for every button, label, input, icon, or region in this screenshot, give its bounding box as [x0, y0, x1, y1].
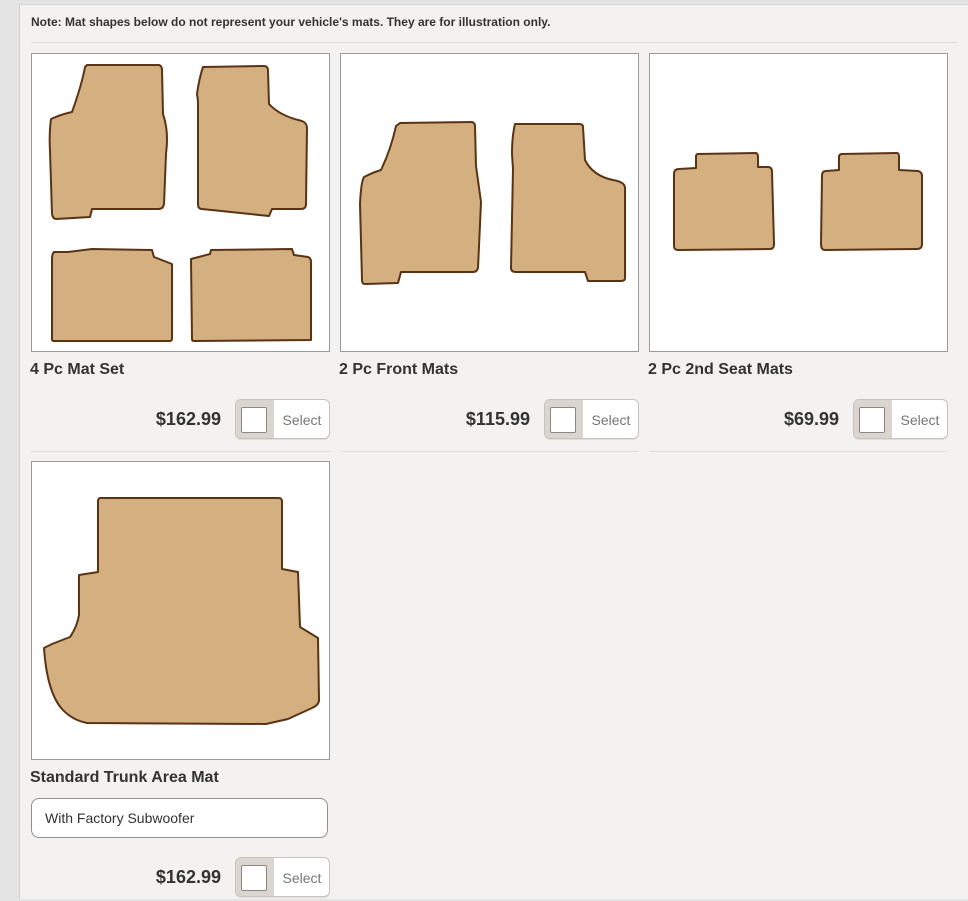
select-label: Select [591, 412, 631, 428]
product-title: 4 Pc Mat Set [30, 361, 125, 378]
mat-illustration [359, 121, 626, 285]
product-panel: Note: Mat shapes below do not represent … [19, 4, 968, 899]
select-checkbox[interactable] [241, 865, 267, 891]
divider [340, 451, 639, 452]
illustration-note: Note: Mat shapes below do not represent … [31, 15, 551, 29]
divider [31, 451, 330, 452]
select-toggle[interactable]: Select [235, 857, 330, 897]
trunk-option-value: With Factory Subwoofer [45, 810, 195, 826]
select-label: Select [282, 412, 322, 428]
select-label: Select [900, 412, 940, 428]
trunk-option-select[interactable]: With Factory Subwoofer [31, 798, 328, 838]
product-price: $69.99 [783, 409, 839, 429]
product-title: 2 Pc 2nd Seat Mats [648, 361, 793, 378]
select-checkbox[interactable] [241, 407, 267, 433]
product-card-front-mats: 2 Pc Front Mats $115.99 Select [339, 53, 639, 453]
product-card-trunk-mat: Standard Trunk Area Mat With Factory Sub… [30, 461, 330, 901]
divider [31, 42, 957, 43]
select-toggle[interactable]: Select [235, 399, 330, 439]
mat-illustration [673, 152, 923, 251]
mat-image [340, 53, 639, 352]
mat-image [31, 461, 330, 760]
mat-image [31, 53, 330, 352]
select-checkbox[interactable] [550, 407, 576, 433]
product-card-2nd-seat-mats: 2 Pc 2nd Seat Mats $69.99 Select [648, 53, 948, 453]
product-price: $162.99 [155, 409, 221, 429]
select-toggle[interactable]: Select [853, 399, 948, 439]
product-card-4pc-set: 4 Pc Mat Set $162.99 Select [30, 53, 330, 453]
mat-illustration [43, 497, 320, 725]
product-title: 2 Pc Front Mats [339, 361, 459, 378]
select-label: Select [282, 870, 322, 886]
product-price: $115.99 [465, 409, 530, 429]
divider [649, 451, 948, 452]
product-price: $162.99 [155, 867, 221, 887]
select-toggle[interactable]: Select [544, 399, 639, 439]
select-checkbox[interactable] [859, 407, 885, 433]
mat-image [649, 53, 948, 352]
mat-illustration [48, 64, 312, 342]
product-title: Standard Trunk Area Mat [30, 769, 219, 786]
